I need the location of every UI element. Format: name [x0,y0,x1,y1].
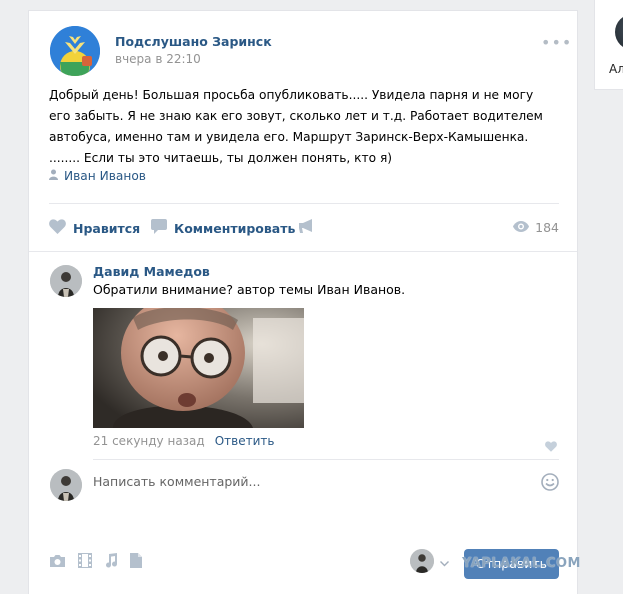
post-author-link[interactable]: Иван Иванов [64,169,146,183]
post-author-sign: Иван Иванов [49,169,146,183]
music-icon[interactable] [104,553,118,572]
comment-meta: 21 секунду назад Ответить [93,434,274,448]
group-name-link[interactable]: Подслушано Заринск [115,34,272,49]
my-avatar[interactable] [50,469,82,501]
post-time[interactable]: вчера в 22:10 [115,52,201,66]
like-label: Нравится [73,220,141,236]
share-icon [299,219,316,236]
sender-selector[interactable] [410,549,449,573]
comment-input[interactable]: Написать комментарий... [93,474,260,489]
comment-text: Обратили внимание? автор темы Иван Ивано… [93,282,406,297]
video-icon[interactable] [78,553,92,572]
attach-toolbar [49,553,142,572]
divider [49,203,559,204]
commenter-name[interactable]: Давид Мамедов [93,264,210,279]
group-avatar[interactable] [50,26,100,76]
eye-icon [513,220,530,235]
dots-icon[interactable]: ••• [541,33,572,52]
comment-icon [151,219,167,237]
friend-name[interactable]: Ал [609,62,623,76]
like-button[interactable]: Нравится [49,219,140,237]
right-side-card[interactable]: Ал [594,0,623,90]
comment-button[interactable]: Комментировать [151,219,295,237]
heart-icon [49,219,66,237]
views-count: 184 [535,220,559,235]
smile-icon[interactable] [541,473,559,495]
sender-avatar [410,549,434,573]
views-counter: 184 [513,220,559,235]
person-icon [49,169,58,183]
friend-avatar[interactable] [615,14,623,50]
wall-post: Подслушано Заринск вчера в 22:10 ••• Доб… [28,10,581,594]
divider [93,459,559,460]
chevron-down-icon [440,552,449,571]
divider [29,251,577,252]
watermark: YAPLAKAL.COM [462,556,581,571]
share-button[interactable] [299,219,316,236]
comment-label: Комментировать [174,220,296,236]
heart-icon[interactable] [545,437,557,456]
post-text: Добрый день! Большая просьба опубликоват… [49,88,543,165]
comment-time[interactable]: 21 секунду назад [93,434,205,448]
doc-icon[interactable] [130,553,142,572]
comment-photo[interactable] [93,308,304,428]
camera-icon[interactable] [49,553,66,572]
reply-link[interactable]: Ответить [215,434,275,448]
post-actions: Нравится Комментировать 184 [49,219,559,239]
commenter-avatar[interactable] [50,265,82,297]
